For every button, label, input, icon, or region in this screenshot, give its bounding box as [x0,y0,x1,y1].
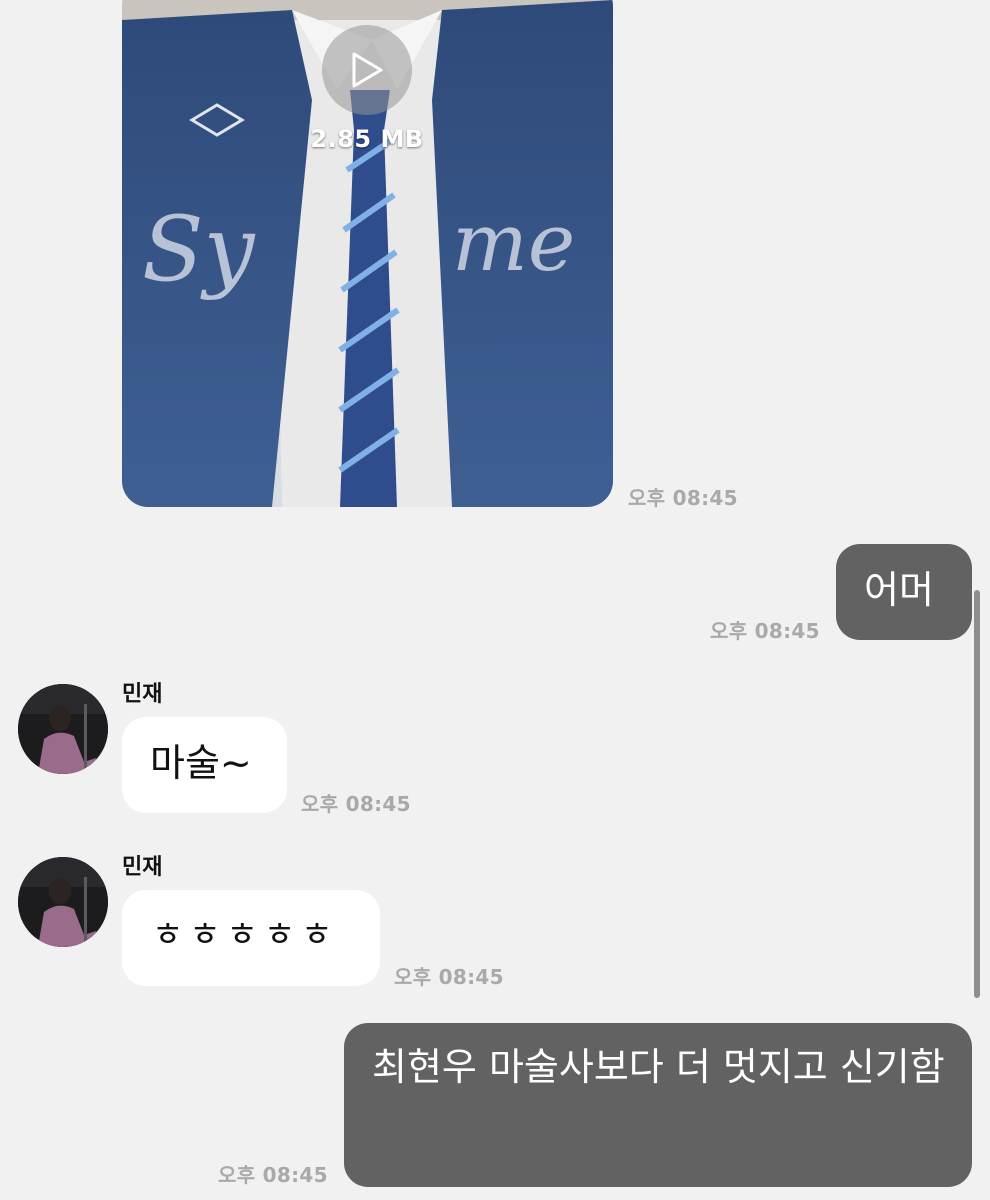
chat-area: Sy me 2.85 MB 오후 08:45 오후 08:45 어머 민재 마술… [0,0,990,1200]
video-timestamp: 오후 08:45 [628,486,738,510]
scrollbar[interactable] [974,590,980,998]
incoming-message-bubble[interactable]: ㅎㅎㅎㅎㅎ [122,890,380,986]
message-text: 최현우 마술사보다 더 멋지고 신기함 [372,1045,945,1089]
message-timestamp: 오후 08:45 [301,792,411,816]
incoming-message-bubble[interactable]: 마술~ [122,717,287,813]
sender-name: 민재 [122,682,163,707]
avatar[interactable] [18,857,108,947]
outgoing-message-bubble[interactable]: 어머 [836,544,972,640]
message-text: 어머 [864,568,934,612]
message-timestamp: 오후 08:45 [710,619,820,643]
outgoing-message-bubble[interactable]: 최현우 마술사보다 더 멋지고 신기함 [344,1023,972,1187]
svg-text:Sy: Sy [142,197,256,302]
video-thumbnail[interactable]: Sy me 2.85 MB [122,0,613,507]
play-button[interactable] [322,25,412,115]
message-text: ㅎㅎㅎㅎㅎ [152,915,339,955]
profile-photo [18,684,108,774]
svg-text:me: me [452,196,575,289]
message-timestamp: 오후 08:45 [394,965,504,989]
video-file-size: 2.85 MB [310,125,424,153]
play-icon [352,52,383,88]
profile-photo [18,857,108,947]
message-timestamp: 오후 08:45 [218,1163,328,1187]
sender-name: 민재 [122,855,163,880]
message-text: 마술~ [150,741,252,785]
avatar[interactable] [18,684,108,774]
